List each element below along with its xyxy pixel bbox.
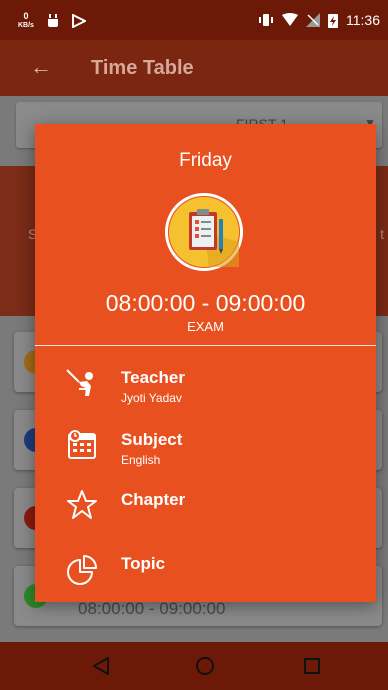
chapter-label: Chapter (121, 490, 186, 509)
network-speed-value: 0 (23, 11, 29, 21)
network-speed: 0 KB/s (18, 12, 34, 30)
teacher-label: Teacher (121, 368, 185, 387)
triangle-back-icon (93, 657, 109, 675)
teacher-icon (66, 369, 93, 396)
nav-home-button[interactable] (193, 654, 217, 678)
dialog-time-range: 08:00:00 - 09:00:00 (105, 290, 306, 316)
navigation-bar (0, 642, 388, 690)
timetable-icon-circle (165, 193, 243, 271)
calendar-icon (68, 430, 96, 459)
no-signal-icon (306, 13, 320, 27)
nav-back-button[interactable] (89, 654, 113, 678)
period-detail-dialog: Friday 08:00:00 - 09:00:00 EXAM Teacher … (35, 124, 376, 602)
square-recents-icon (304, 658, 320, 674)
dialog-period-type: EXAM (187, 319, 224, 334)
list-item-time: 08:00:00 - 09:00:00 (78, 599, 226, 618)
subject-row: Subject English (35, 424, 376, 478)
nav-recents-button[interactable] (300, 654, 324, 678)
teacher-value: Jyoti Yadav (121, 391, 182, 405)
status-left: 0 KB/s (18, 12, 86, 30)
status-bar: 0 KB/s 11:36 (0, 0, 388, 40)
subject-value: English (121, 453, 161, 467)
topic-label: Topic (121, 554, 166, 573)
play-store-icon (71, 14, 86, 28)
status-right: 11:36 (258, 12, 380, 28)
wifi-icon (282, 13, 298, 26)
dialog-divider (35, 345, 376, 346)
screen: 0 KB/s 11:36 ← Time Table ▼ S t 08:00:00… (0, 0, 388, 690)
circle-home-icon (196, 657, 214, 675)
vibrate-icon (259, 14, 273, 26)
page-title: Time Table (91, 57, 194, 79)
clipboard-checklist-icon (169, 197, 239, 267)
clock: 11:36 (346, 12, 380, 28)
chapter-row: Chapter (35, 484, 376, 538)
star-outline-icon (67, 490, 97, 519)
battery-charging-icon (328, 13, 338, 28)
topic-row: Topic (35, 548, 376, 602)
android-debug-icon (47, 14, 58, 27)
band-right-text: t (380, 226, 384, 242)
network-speed-unit: KB/s (18, 22, 34, 29)
back-arrow-icon[interactable]: ← (30, 54, 52, 80)
pie-chart-icon (67, 555, 97, 585)
teacher-row: Teacher Jyoti Yadav (35, 362, 376, 416)
dialog-day: Friday (179, 150, 232, 171)
app-bar: ← Time Table (0, 40, 388, 96)
subject-label: Subject (121, 430, 183, 449)
